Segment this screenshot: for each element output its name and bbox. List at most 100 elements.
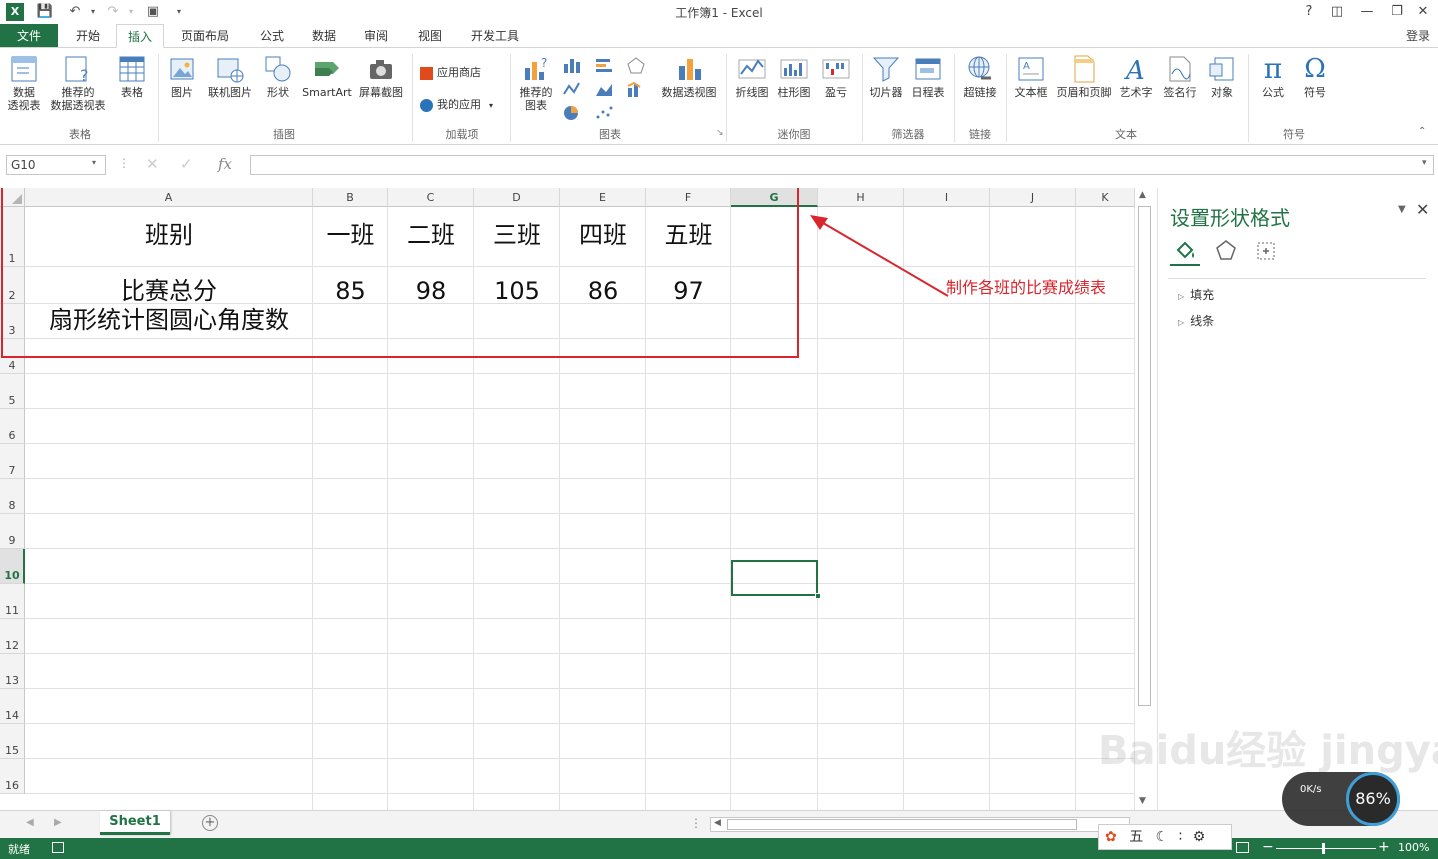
row-header-5[interactable]: 5 <box>0 374 25 409</box>
column-header-i[interactable]: I <box>904 188 990 207</box>
zoom-slider[interactable] <box>1276 848 1376 849</box>
row-header-12[interactable]: 12 <box>0 619 25 654</box>
pane-close-icon[interactable]: ✕ <box>1416 200 1429 219</box>
object-button[interactable]: 对象 <box>1202 54 1242 99</box>
worksheet-grid[interactable]: ABCDEFGHIJK 1 2 3 4 5 6 7 8 9 10 11 12 13 14 15 16 班别 一班… <box>0 188 1135 810</box>
new-sheet-icon[interactable]: + <box>202 815 218 831</box>
zoom-out-icon[interactable]: − <box>1262 839 1274 855</box>
ribbon-display-icon[interactable]: ◫ <box>1324 2 1350 22</box>
tab-insert[interactable]: 插入 <box>116 24 164 48</box>
size-properties-tab-icon[interactable] <box>1254 238 1278 262</box>
tab-file[interactable]: 文件 <box>0 24 58 48</box>
zoom-level[interactable]: 100% <box>1398 841 1429 854</box>
ime-toolbar[interactable]: ✿ 五 ☾ ∶ ⚙ <box>1098 824 1232 850</box>
fill-handle[interactable] <box>815 593 821 599</box>
bar-chart-icon[interactable] <box>594 56 620 74</box>
tab-review[interactable]: 审阅 <box>352 24 400 48</box>
pivotchart-button[interactable]: 数据透视图 <box>658 54 720 99</box>
sheet-prev-icon[interactable]: ◀ <box>26 817 34 828</box>
scroll-h-thumb[interactable] <box>727 819 1077 830</box>
tab-view[interactable]: 视图 <box>406 24 454 48</box>
scroll-left-icon[interactable]: ◀ <box>714 818 721 828</box>
smartart-button[interactable]: SmartArt <box>300 54 354 99</box>
row-header-7[interactable]: 7 <box>0 444 25 479</box>
textbox-button[interactable]: A 文本框 <box>1010 54 1052 99</box>
collapse-ribbon-icon[interactable]: ⌃ <box>1418 126 1426 137</box>
sign-in-link[interactable]: 登录 <box>1406 27 1430 44</box>
slicer-button[interactable]: 切片器 <box>866 54 906 99</box>
name-box[interactable]: G10 <box>6 155 106 175</box>
tab-split-handle[interactable]: ⋮ <box>690 816 702 830</box>
row-header-15[interactable]: 15 <box>0 724 25 759</box>
vertical-scrollbar[interactable]: ▲ ▼ <box>1135 188 1155 810</box>
row-header-6[interactable]: 6 <box>0 409 25 444</box>
scatter-chart-icon[interactable] <box>594 104 620 122</box>
row-header-14[interactable]: 14 <box>0 689 25 724</box>
cancel-icon[interactable]: ✕ <box>146 155 159 173</box>
wordart-button[interactable]: A 艺术字 <box>1116 54 1156 99</box>
effects-tab-icon[interactable] <box>1214 238 1238 262</box>
minimize-icon[interactable]: — <box>1354 2 1380 22</box>
sparkline-winloss-button[interactable]: 盈亏 <box>816 54 856 99</box>
line-chart-icon[interactable] <box>562 80 588 98</box>
tab-home[interactable]: 开始 <box>64 24 112 48</box>
row-header-11[interactable]: 11 <box>0 584 25 619</box>
scroll-thumb[interactable] <box>1138 206 1151 706</box>
row-header-10[interactable]: 10 <box>0 549 25 584</box>
sheet-tab-sheet1[interactable]: Sheet1 <box>100 811 170 835</box>
sparkline-column-button[interactable]: 柱形图 <box>774 54 814 99</box>
sparkline-line-button[interactable]: 折线图 <box>732 54 772 99</box>
equation-button[interactable]: π 公式 <box>1254 54 1292 100</box>
line-section[interactable]: ▷ 线条 <box>1178 312 1214 329</box>
restore-icon[interactable]: ❐ <box>1384 2 1410 22</box>
pane-options-icon[interactable]: ▼ <box>1398 204 1406 215</box>
dialog-launcher-icon[interactable]: ↘ <box>716 128 724 138</box>
macro-record-icon[interactable] <box>52 842 64 853</box>
area-chart-icon[interactable] <box>594 80 620 98</box>
row-header-13[interactable]: 13 <box>0 654 25 689</box>
normal-view-icon[interactable] <box>1236 842 1249 853</box>
column-chart-icon[interactable] <box>562 56 588 74</box>
fill-section[interactable]: ▷ 填充 <box>1178 286 1214 303</box>
screenshot-button[interactable]: 屏幕截图 <box>356 54 406 99</box>
active-cell-g10[interactable] <box>731 560 818 596</box>
shapes-button[interactable]: 形状 <box>260 54 296 99</box>
speed-widget[interactable]: 0K/s 86% <box>1282 772 1400 826</box>
pivottable-button[interactable]: 数据 透视表 <box>4 54 44 112</box>
formula-input[interactable] <box>250 155 1434 175</box>
scroll-down-icon[interactable]: ▼ <box>1139 796 1146 806</box>
tab-developer[interactable]: 开发工具 <box>462 24 528 48</box>
row-header-8[interactable]: 8 <box>0 479 25 514</box>
enter-icon[interactable]: ✓ <box>180 155 193 173</box>
zoom-in-icon[interactable]: + <box>1378 839 1390 855</box>
fill-line-tab-icon[interactable] <box>1174 238 1198 262</box>
signature-line-button[interactable]: 签名行 <box>1158 54 1202 99</box>
timeline-button[interactable]: 日程表 <box>908 54 948 99</box>
column-header-k[interactable]: K <box>1076 188 1135 207</box>
online-pictures-button[interactable]: 联机图片 <box>204 54 256 99</box>
row-header-9[interactable]: 9 <box>0 514 25 549</box>
chevron-down-icon[interactable]: ▾ <box>92 158 96 167</box>
tab-data[interactable]: 数据 <box>300 24 348 48</box>
help-button[interactable]: ? <box>1296 2 1322 22</box>
recommended-charts-button[interactable]: ? 推荐的 图表 <box>516 54 556 112</box>
horizontal-scrollbar[interactable]: ◀ <box>710 817 1130 832</box>
pictures-button[interactable]: 图片 <box>164 54 200 99</box>
symbol-button[interactable]: Ω 符号 <box>1296 54 1334 99</box>
tab-page-layout[interactable]: 页面布局 <box>172 24 238 48</box>
expand-formula-icon[interactable]: ▾ <box>1422 158 1427 168</box>
radar-chart-icon[interactable] <box>626 56 652 74</box>
table-button[interactable]: 表格 <box>112 54 152 99</box>
row-header-16[interactable]: 16 <box>0 759 25 794</box>
column-header-j[interactable]: J <box>990 188 1076 207</box>
pie-chart-icon[interactable] <box>562 104 588 122</box>
combo-chart-icon[interactable] <box>626 80 652 98</box>
recommended-pivottable-button[interactable]: ? 推荐的 数据透视表 <box>48 54 108 112</box>
hyperlink-button[interactable]: 超链接 <box>958 54 1002 99</box>
zoom-thumb[interactable] <box>1322 843 1325 854</box>
tab-formulas[interactable]: 公式 <box>248 24 296 48</box>
column-header-h[interactable]: H <box>818 188 904 207</box>
header-footer-button[interactable]: 页眉和页脚 <box>1054 54 1114 99</box>
insert-function-button[interactable]: fx <box>218 155 232 173</box>
sheet-next-icon[interactable]: ▶ <box>54 817 62 828</box>
